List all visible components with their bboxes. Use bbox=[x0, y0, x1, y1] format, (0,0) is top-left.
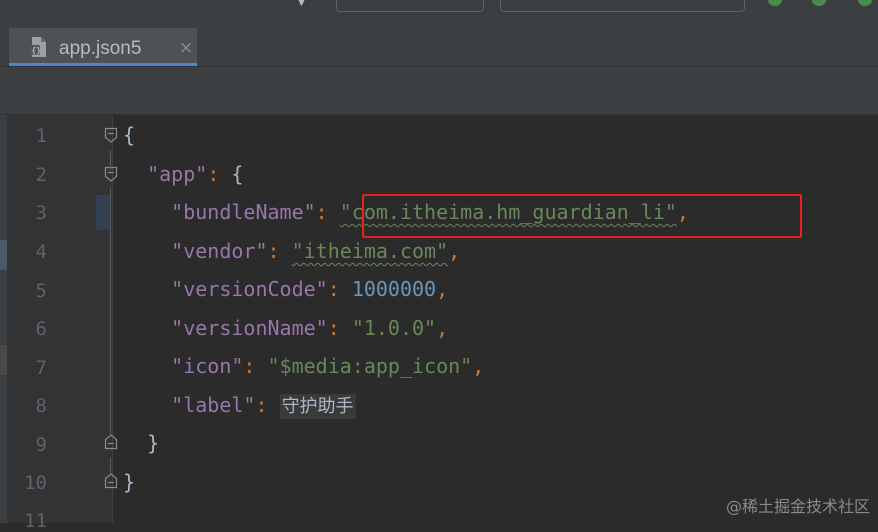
close-icon[interactable]: × bbox=[179, 38, 193, 58]
side-panel-strip bbox=[0, 115, 7, 523]
line-number: 4 bbox=[35, 241, 47, 263]
watermark: @稀土掘金技术社区 bbox=[725, 497, 870, 516]
fold-close-icon[interactable] bbox=[104, 473, 118, 489]
fold-open-icon[interactable] bbox=[104, 127, 118, 143]
line-number: 9 bbox=[35, 434, 47, 456]
line-number: 11 bbox=[24, 510, 47, 532]
code-line-8[interactable]: "label": 守护助手 bbox=[123, 386, 356, 427]
top-toolbar: ▼ bbox=[0, 0, 878, 14]
tab-app-json5[interactable]: {} app.json5 × bbox=[9, 28, 197, 66]
editor-tab-bar: {} app.json5 × bbox=[0, 14, 878, 67]
current-line-marker bbox=[96, 195, 110, 230]
line-number: 7 bbox=[35, 357, 47, 379]
tab-label: app.json5 bbox=[59, 38, 142, 59]
run-config-selector[interactable] bbox=[336, 0, 484, 12]
breadcrumb-bar bbox=[0, 67, 878, 115]
line-number: 2 bbox=[35, 164, 47, 186]
code-line-5[interactable]: "versionCode": 1000000, bbox=[123, 270, 448, 309]
code-line-1[interactable]: { bbox=[123, 116, 135, 155]
code-line-2[interactable]: "app": { bbox=[123, 155, 243, 194]
svg-text:{}: {} bbox=[32, 46, 42, 55]
code-line-9[interactable]: } bbox=[123, 424, 159, 463]
line-number: 6 bbox=[35, 318, 47, 340]
fold-open-icon[interactable] bbox=[104, 166, 118, 182]
fold-close-icon[interactable] bbox=[104, 434, 118, 450]
dropdown-arrow-icon[interactable]: ▼ bbox=[298, 0, 305, 8]
line-number: 8 bbox=[35, 395, 47, 417]
line-number: 5 bbox=[35, 280, 47, 302]
code-line-6[interactable]: "versionName": "1.0.0", bbox=[123, 309, 448, 348]
line-number: 3 bbox=[35, 202, 47, 224]
json5-file-icon: {} bbox=[30, 37, 46, 57]
line-number: 1 bbox=[35, 125, 47, 147]
run-icon[interactable] bbox=[768, 0, 782, 6]
profile-icon[interactable] bbox=[858, 0, 872, 6]
device-selector[interactable] bbox=[500, 0, 745, 12]
debug-icon[interactable] bbox=[812, 0, 826, 6]
code-line-7[interactable]: "icon": "$media:app_icon", bbox=[123, 347, 484, 386]
line-number: 10 bbox=[24, 472, 47, 494]
label-value-hint: 守护助手 bbox=[279, 394, 356, 419]
code-line-10[interactable]: } bbox=[123, 463, 135, 502]
highlight-box bbox=[362, 194, 802, 238]
